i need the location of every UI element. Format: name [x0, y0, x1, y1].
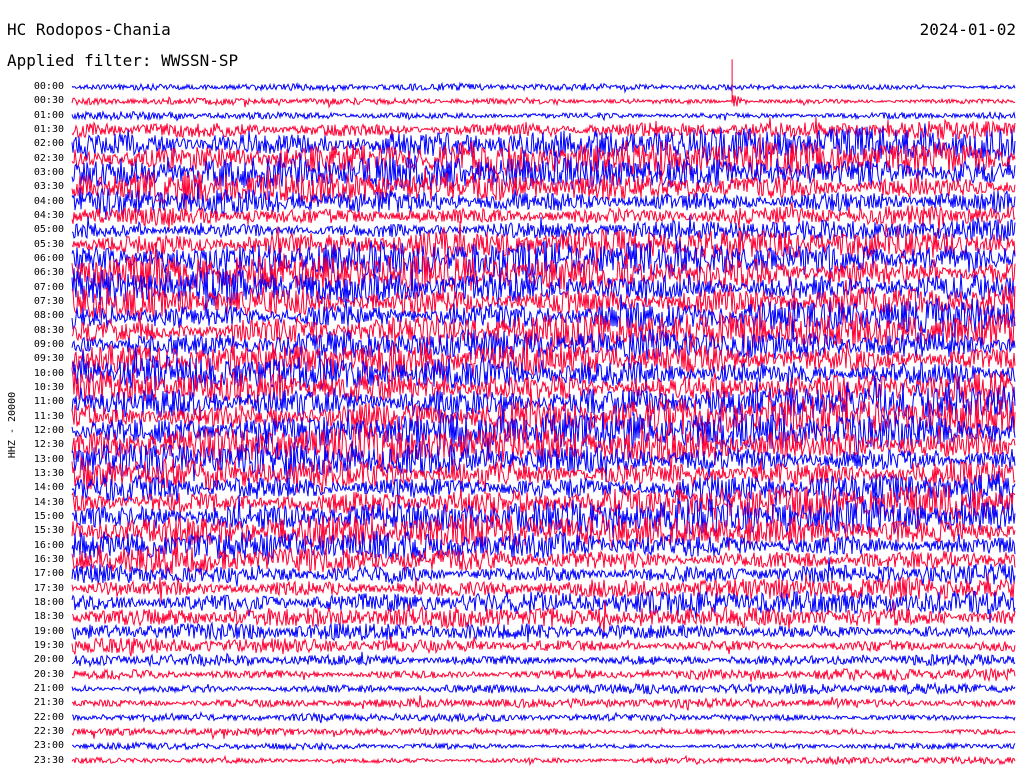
time-label: 19:00	[33, 625, 64, 637]
time-label: 02:00	[33, 138, 64, 150]
trace-2100	[71, 681, 1016, 696]
time-label: 16:00	[33, 539, 64, 551]
time-label: 12:30	[33, 439, 64, 451]
trace-2200	[71, 710, 1016, 724]
time-label: 22:30	[33, 725, 64, 737]
time-label: 16:30	[33, 553, 64, 565]
time-label: 09:00	[33, 338, 64, 350]
time-label: 12:00	[33, 424, 64, 436]
time-labels: 00:00 00:30 01:00 01:30 02:00 02:30 03:00 03:30…	[0, 0, 64, 780]
trace-2130	[71, 695, 1016, 711]
time-label: 00:00	[33, 81, 64, 92]
trace-0000	[71, 81, 1016, 94]
time-label: 21:00	[33, 682, 64, 694]
trace-2030	[71, 667, 1016, 683]
time-label: 17:30	[33, 582, 64, 594]
seismogram-plot	[70, 50, 1020, 780]
time-label: 14:30	[33, 496, 64, 508]
trace-2300	[71, 740, 1016, 752]
time-label: 06:00	[33, 252, 64, 264]
time-label: 04:00	[33, 195, 64, 207]
time-label: 02:30	[33, 152, 64, 164]
time-label: 23:00	[33, 740, 64, 752]
time-label: 11:00	[33, 396, 64, 408]
time-label: 20:30	[33, 668, 64, 680]
time-label: 05:00	[33, 224, 64, 236]
trace-2000	[71, 651, 1016, 668]
trace-2230	[71, 726, 1016, 741]
time-label: 05:30	[33, 238, 64, 250]
helicorder-svg	[71, 59, 1016, 767]
time-label: 09:30	[33, 353, 64, 365]
time-label: 00:30	[33, 95, 64, 107]
time-label: 10:30	[33, 381, 64, 393]
time-label: 07:30	[33, 295, 64, 307]
time-label: 19:30	[33, 639, 64, 651]
time-label: 10:00	[33, 367, 64, 379]
time-label: 15:30	[33, 525, 64, 537]
trace-0100	[71, 110, 1016, 122]
time-label: 08:30	[33, 324, 64, 336]
time-label: 20:00	[33, 654, 64, 666]
trace-1930	[71, 636, 1016, 657]
time-label: 06:30	[33, 267, 64, 279]
trace-0500	[71, 215, 1016, 242]
time-label: 17:00	[33, 568, 64, 580]
time-label: 11:30	[33, 410, 64, 422]
time-label: 18:00	[33, 596, 64, 608]
time-label: 23:30	[33, 754, 64, 766]
time-label: 07:00	[33, 281, 64, 293]
time-label: 14:00	[33, 482, 64, 494]
time-label: 18:30	[33, 611, 64, 623]
time-label: 21:30	[33, 697, 64, 709]
time-label: 13:30	[33, 467, 64, 479]
time-label: 03:00	[33, 166, 64, 178]
record-date: 2024-01-02	[919, 20, 1016, 39]
trace-2330	[71, 754, 1016, 767]
time-label: 03:30	[33, 181, 64, 193]
time-label: 13:00	[33, 453, 64, 465]
time-label: 01:30	[33, 123, 64, 135]
time-label: 04:30	[33, 209, 64, 221]
time-label: 08:00	[33, 310, 64, 322]
trace-0030	[71, 95, 1016, 109]
time-label: 22:00	[33, 711, 64, 723]
time-label: 15:00	[33, 510, 64, 522]
time-label: 01:00	[33, 109, 64, 121]
